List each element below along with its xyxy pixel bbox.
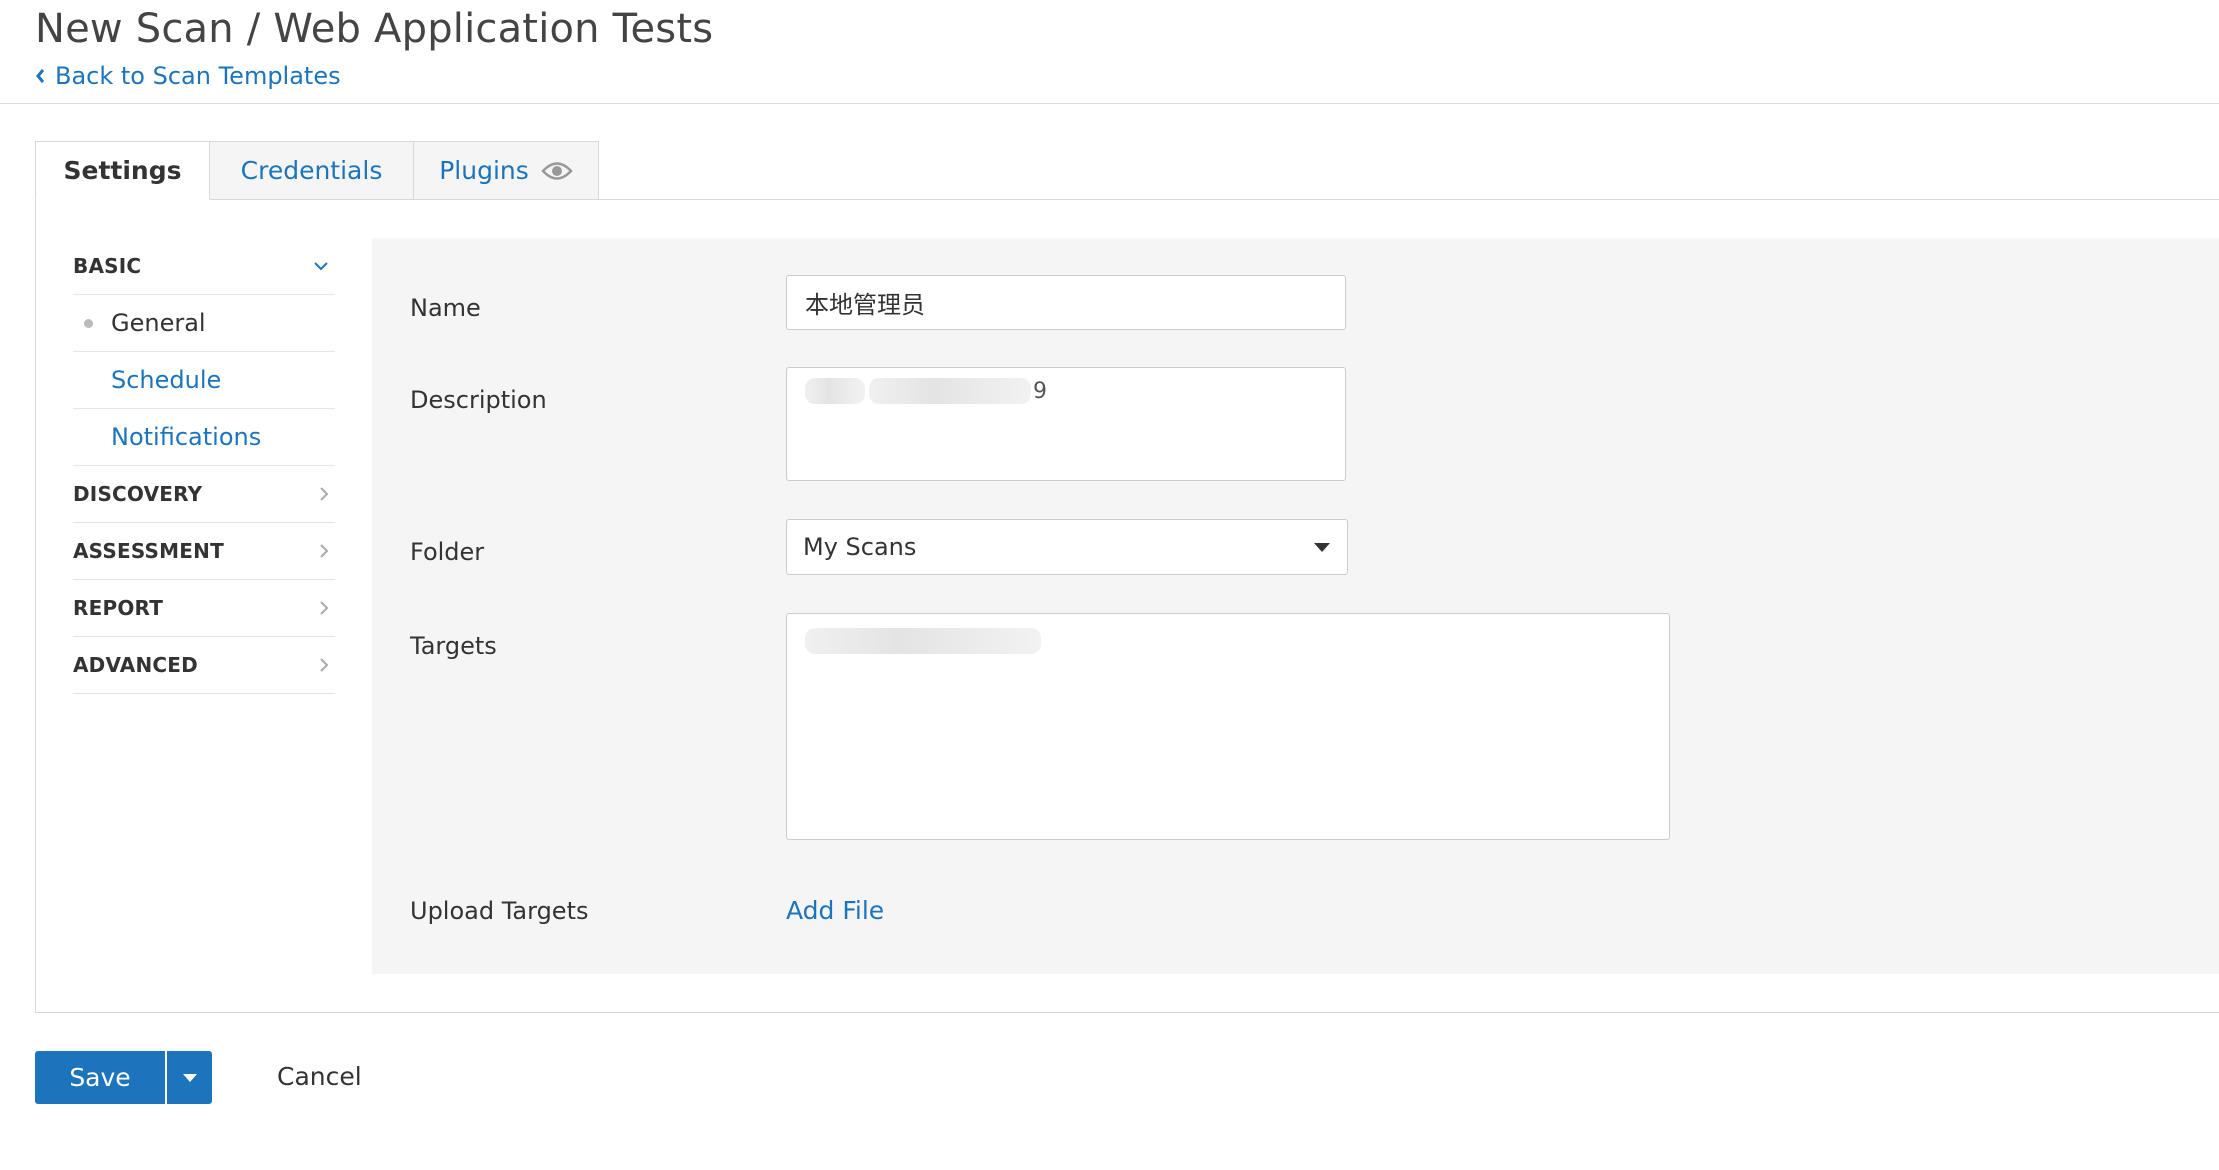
targets-label: Targets (410, 632, 497, 660)
tab-plugins[interactable]: Plugins (414, 141, 599, 200)
header-divider (0, 103, 2219, 104)
chevron-right-icon (320, 487, 329, 501)
redacted-region (869, 378, 1031, 404)
targets-value (805, 628, 1651, 654)
form-area (372, 238, 2219, 974)
sidebar-item-label: General (111, 309, 206, 337)
eye-icon (541, 161, 573, 180)
page-title: New Scan / Web Application Tests (35, 6, 714, 52)
redacted-region (805, 378, 865, 404)
add-file-link[interactable]: Add File (786, 896, 884, 925)
tab-plugins-label: Plugins (439, 156, 529, 185)
name-label: Name (410, 294, 481, 322)
current-item-bullet (84, 319, 93, 328)
description-text-tail: 9 (1033, 378, 1047, 404)
chevron-right-icon (320, 544, 329, 558)
cancel-button[interactable]: Cancel (277, 1062, 362, 1091)
sidebar-section-assessment[interactable]: ASSESSMENT (73, 523, 335, 580)
save-options-button[interactable] (165, 1051, 212, 1104)
settings-sidebar: BASIC General Schedule Notifications DIS… (73, 238, 335, 694)
tab-bar: Settings Credentials Plugins (35, 141, 599, 200)
chevron-down-icon (314, 262, 328, 271)
save-button-group: Save (35, 1051, 212, 1104)
sidebar-item-schedule[interactable]: Schedule (73, 352, 335, 409)
sidebar-section-label: ASSESSMENT (73, 539, 224, 563)
tab-credentials[interactable]: Credentials (210, 141, 414, 200)
chevron-left-icon (36, 69, 45, 83)
back-link-label: Back to Scan Templates (55, 62, 341, 90)
description-value: 9 (805, 378, 1327, 404)
redacted-region (805, 628, 1041, 654)
upload-targets-label: Upload Targets (410, 897, 589, 925)
tab-settings[interactable]: Settings (35, 141, 210, 200)
back-to-templates-link[interactable]: Back to Scan Templates (35, 62, 341, 90)
description-label: Description (410, 386, 547, 414)
chevron-right-icon (320, 601, 329, 615)
sidebar-section-advanced[interactable]: ADVANCED (73, 637, 335, 694)
sidebar-item-label: Notifications (111, 423, 262, 451)
sidebar-item-label: Schedule (111, 366, 222, 394)
caret-down-icon (182, 1073, 197, 1082)
folder-select[interactable]: My Scans (786, 519, 1348, 575)
name-input[interactable] (786, 275, 1346, 330)
save-button[interactable]: Save (35, 1051, 165, 1104)
sidebar-section-label: REPORT (73, 596, 164, 620)
sidebar-section-discovery[interactable]: DISCOVERY (73, 466, 335, 523)
sidebar-section-label: ADVANCED (73, 653, 198, 677)
sidebar-item-notifications[interactable]: Notifications (73, 409, 335, 466)
sidebar-section-basic[interactable]: BASIC (73, 238, 335, 295)
sidebar-section-label: BASIC (73, 254, 142, 278)
sidebar-section-label: DISCOVERY (73, 482, 203, 506)
sidebar-section-report[interactable]: REPORT (73, 580, 335, 637)
sidebar-item-general[interactable]: General (73, 295, 335, 352)
description-textarea[interactable]: 9 (786, 367, 1346, 481)
caret-down-icon (1314, 542, 1330, 552)
chevron-right-icon (320, 658, 329, 672)
folder-selected-value: My Scans (803, 533, 917, 561)
targets-textarea[interactable] (786, 613, 1670, 840)
folder-label: Folder (410, 538, 485, 566)
